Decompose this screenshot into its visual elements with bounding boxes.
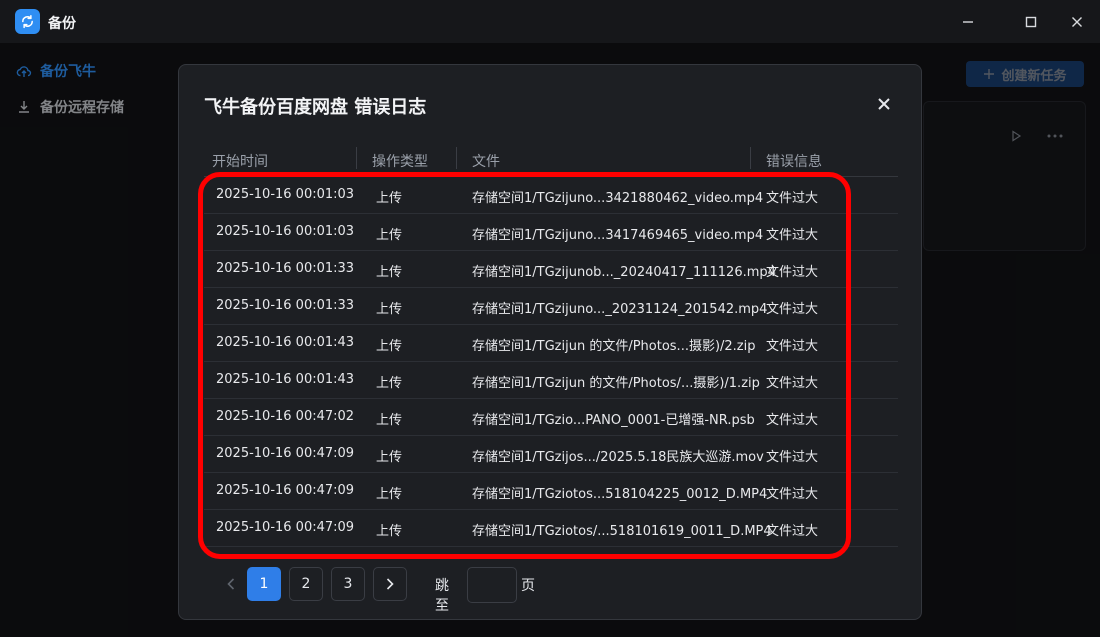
table-row: 2025-10-16 00:47:09 上传 存储空间1/TGzijos.../… — [204, 436, 898, 473]
cell-error: 文件过大 — [766, 339, 819, 354]
dialog-close-button[interactable] — [873, 93, 895, 115]
cell-error: 文件过大 — [766, 228, 819, 243]
cell-operation: 上传 — [376, 376, 403, 391]
cell-operation: 上传 — [376, 191, 403, 206]
cell-file: 存储空间1/TGziotos...518104225_0012_D.MP4 — [472, 487, 768, 502]
cell-time: 2025-10-16 00:47:09 — [216, 483, 355, 498]
cell-time: 2025-10-16 00:01:33 — [216, 261, 355, 276]
cell-file: 存储空间1/TGzijos.../2025.5.18民族大巡游.mov — [472, 450, 764, 465]
cell-operation: 上传 — [376, 339, 403, 354]
column-header-operation: 操作类型 — [372, 154, 428, 170]
column-divider[interactable] — [456, 147, 457, 169]
prev-page-button[interactable] — [214, 567, 248, 601]
cell-error: 文件过大 — [766, 265, 819, 280]
column-header-start-time: 开始时间 — [212, 154, 268, 170]
column-divider[interactable] — [750, 147, 751, 169]
table-header: 开始时间 操作类型 文件 错误信息 — [204, 147, 898, 177]
chevron-left-icon — [227, 578, 235, 590]
table-row: 2025-10-16 00:47:02 上传 存储空间1/TGzio...PAN… — [204, 399, 898, 436]
column-divider[interactable] — [356, 147, 357, 169]
cell-operation: 上传 — [376, 413, 403, 428]
table-row: 2025-10-16 00:01:43 上传 存储空间1/TGzijun 的文件… — [204, 325, 898, 362]
cell-file: 存储空间1/TGzijuno..._20231124_201542.mp4 — [472, 302, 768, 317]
cell-file: 存储空间1/TGzijun 的文件/Photos...摄影)/2.zip — [472, 339, 756, 354]
error-log-dialog: 飞牛备份百度网盘 错误日志 开始时间 操作类型 文件 错误信息 2025-10-… — [178, 64, 922, 620]
cell-operation: 上传 — [376, 524, 403, 539]
chevron-right-icon — [386, 578, 394, 590]
cell-file: 存储空间1/TGzijuno...3417469465_video.mp4 — [472, 228, 764, 243]
table-row: 2025-10-16 00:47:09 上传 存储空间1/TGziotos...… — [204, 473, 898, 510]
cell-error: 文件过大 — [766, 413, 819, 428]
cell-operation: 上传 — [376, 228, 403, 243]
cell-time: 2025-10-16 00:47:09 — [216, 446, 355, 461]
close-icon — [1072, 17, 1082, 27]
cell-time: 2025-10-16 00:47:02 — [216, 409, 355, 424]
jump-to-label: 跳至 — [435, 578, 449, 614]
next-page-button[interactable] — [373, 567, 407, 601]
app-logo — [15, 9, 40, 34]
page-button-3[interactable]: 3 — [331, 567, 365, 601]
table-body: 2025-10-16 00:01:03 上传 存储空间1/TGzijuno...… — [204, 177, 898, 547]
minimize-icon — [963, 21, 973, 23]
table-row: 2025-10-16 00:47:09 上传 存储空间1/TGziotos/..… — [204, 510, 898, 547]
table-row: 2025-10-16 00:01:33 上传 存储空间1/TGzijuno...… — [204, 288, 898, 325]
table-row: 2025-10-16 00:01:03 上传 存储空间1/TGzijuno...… — [204, 214, 898, 251]
cell-error: 文件过大 — [766, 376, 819, 391]
cell-file: 存储空间1/TGziotos/...518101619_0011_D.MP4 — [472, 524, 772, 539]
sync-icon — [22, 14, 33, 29]
cell-error: 文件过大 — [766, 487, 819, 502]
table-row: 2025-10-16 00:01:03 上传 存储空间1/TGzijuno...… — [204, 177, 898, 214]
maximize-icon — [1025, 16, 1037, 28]
cell-time: 2025-10-16 00:01:03 — [216, 224, 355, 239]
cell-operation: 上传 — [376, 265, 403, 280]
dialog-title: 飞牛备份百度网盘 错误日志 — [204, 97, 427, 118]
page-suffix-label: 页 — [521, 578, 535, 594]
table-row: 2025-10-16 00:01:43 上传 存储空间1/TGzijun 的文件… — [204, 362, 898, 399]
app-title: 备份 — [48, 16, 76, 32]
title-bar: 备份 — [0, 0, 1100, 43]
cell-file: 存储空间1/TGzio...PANO_0001-已增强-NR.psb — [472, 413, 755, 428]
page-button-2[interactable]: 2 — [289, 567, 323, 601]
cell-file: 存储空间1/TGzijunob..._20240417_111126.mp4 — [472, 265, 776, 280]
page-button-1[interactable]: 1 — [247, 567, 281, 601]
cell-error: 文件过大 — [766, 450, 819, 465]
close-icon — [878, 98, 890, 110]
window-close-button[interactable] — [1063, 8, 1091, 36]
cell-file: 存储空间1/TGzijuno...3421880462_video.mp4 — [472, 191, 764, 206]
column-header-file: 文件 — [472, 154, 500, 170]
column-header-error: 错误信息 — [766, 154, 822, 170]
cell-file: 存储空间1/TGzijun 的文件/Photos/...摄影)/1.zip — [472, 376, 760, 391]
cell-time: 2025-10-16 00:47:09 — [216, 520, 355, 535]
minimize-button[interactable] — [954, 8, 982, 36]
maximize-button[interactable] — [1017, 8, 1045, 36]
cell-operation: 上传 — [376, 450, 403, 465]
cell-error: 文件过大 — [766, 191, 819, 206]
page-jump-input[interactable] — [467, 567, 517, 603]
cell-error: 文件过大 — [766, 302, 819, 317]
cell-time: 2025-10-16 00:01:43 — [216, 335, 355, 350]
cell-time: 2025-10-16 00:01:03 — [216, 187, 355, 202]
table-row: 2025-10-16 00:01:33 上传 存储空间1/TGzijunob..… — [204, 251, 898, 288]
cell-time: 2025-10-16 00:01:43 — [216, 372, 355, 387]
cell-operation: 上传 — [376, 302, 403, 317]
cell-operation: 上传 — [376, 487, 403, 502]
cell-time: 2025-10-16 00:01:33 — [216, 298, 355, 313]
cell-error: 文件过大 — [766, 524, 819, 539]
